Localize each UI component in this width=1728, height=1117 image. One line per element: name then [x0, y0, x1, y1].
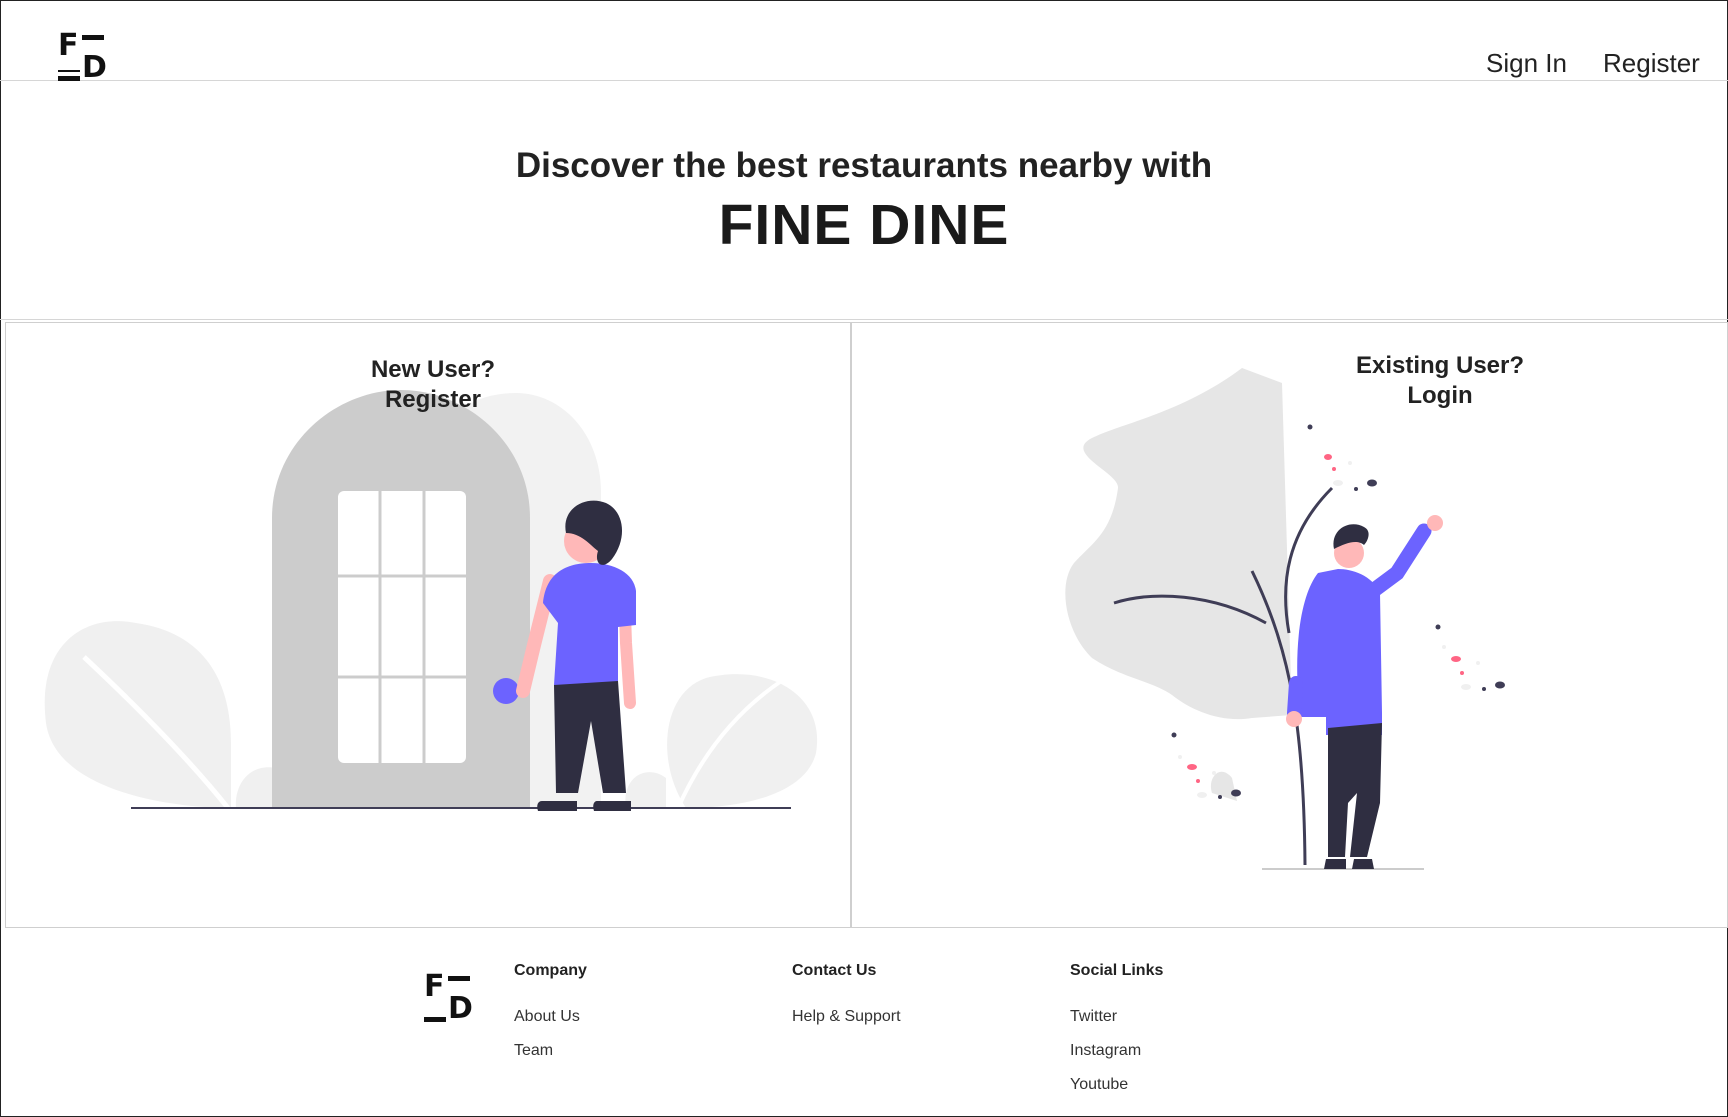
footer-link-instagram[interactable]: Instagram [1070, 1042, 1163, 1060]
confetti-dot [1348, 461, 1352, 465]
hero-title: FINE DINE [718, 193, 1010, 257]
confetti-dot [1324, 454, 1332, 460]
hero-divider [0, 319, 1728, 320]
confetti-dot [1332, 467, 1336, 471]
login-illustration [1065, 368, 1505, 870]
person-hand [1427, 515, 1443, 531]
footer-heading: Social Links [1070, 962, 1164, 979]
confetti-dot [1307, 424, 1313, 430]
footer-link-help-support[interactable]: Help & Support [792, 1008, 901, 1026]
confetti-dot [1460, 671, 1464, 675]
door-window [338, 491, 466, 763]
tree-leaf [1065, 368, 1292, 720]
plant-leaf-small [235, 767, 276, 808]
door-knob [493, 678, 519, 704]
footer-heading: Company [514, 962, 587, 979]
logo-bar [448, 976, 470, 981]
confetti-dot [1482, 687, 1486, 691]
footer: F D Company About Us Team Contact Us Hel… [0, 930, 1728, 1117]
register-card-label: New User? Register [283, 355, 583, 415]
logo-letter-f: F [424, 969, 445, 1004]
register-card-line1: New User? [370, 356, 496, 383]
logo-bar [58, 70, 80, 72]
register-card[interactable]: New User? Register [5, 322, 851, 928]
footer-heading: Contact Us [792, 962, 877, 979]
login-card-line2: Login [1407, 382, 1473, 409]
confetti-dot [1171, 732, 1177, 738]
person-shoe [1352, 859, 1374, 869]
footer-column-contact: Contact Us Help & Support [792, 962, 901, 1042]
confetti-dot [1218, 795, 1222, 799]
register-card-line2: Register [384, 386, 482, 413]
plant-small [1210, 771, 1237, 801]
confetti-dot [1212, 771, 1216, 775]
footer-logo[interactable]: F D [424, 972, 473, 1026]
person-shoe [593, 801, 631, 811]
logo-bar [424, 1017, 446, 1022]
login-card[interactable]: Existing User? Login [851, 322, 1728, 928]
footer-column-company: Company About Us Team [514, 962, 587, 1076]
footer-link-youtube[interactable]: Youtube [1070, 1076, 1163, 1094]
logo-bar [82, 35, 104, 40]
confetti-dot [1451, 656, 1461, 662]
confetti-dot [1461, 684, 1471, 690]
footer-link-about-us[interactable]: About Us [514, 1008, 587, 1026]
person-shoe [537, 801, 577, 811]
hero-subtitle: Discover the best restaurants nearby wit… [515, 146, 1213, 185]
nav-register-link[interactable]: Register [1603, 48, 1700, 79]
footer-link-team[interactable]: Team [514, 1042, 587, 1060]
confetti-dot [1442, 645, 1446, 649]
person-shoe [1324, 859, 1346, 869]
logo-letter-f: F [58, 28, 79, 63]
person-sweater [1297, 569, 1382, 735]
logo-letter-d: D [82, 50, 107, 85]
logo-bar [58, 76, 80, 81]
plant-leaf-small [625, 772, 666, 808]
person-arm [1287, 676, 1303, 720]
logo-letter-d: D [448, 991, 473, 1026]
confetti-dot [1354, 487, 1358, 491]
confetti-dot [1178, 755, 1182, 759]
login-card-label: Existing User? Login [1290, 351, 1590, 411]
login-card-line1: Existing User? [1355, 352, 1525, 379]
person-pants [1328, 723, 1382, 857]
confetti-dot [1435, 624, 1441, 630]
confetti-dot [1231, 789, 1241, 797]
header-logo[interactable]: F D [58, 31, 107, 85]
person-hand [1286, 711, 1302, 727]
confetti-dot [1187, 764, 1197, 770]
confetti-dot [1476, 661, 1480, 665]
confetti-dot [1197, 792, 1207, 798]
footer-link-twitter[interactable]: Twitter [1070, 1008, 1163, 1026]
top-header: F D Sign In Register [0, 0, 1728, 85]
confetti-dot [1367, 479, 1377, 487]
confetti-dot [1333, 480, 1343, 486]
confetti-dot [1495, 681, 1505, 689]
confetti-dot [1196, 779, 1200, 783]
nav-sign-in-link[interactable]: Sign In [1486, 48, 1567, 79]
footer-column-social: Social Links Twitter Instagram Youtube [1070, 962, 1163, 1110]
